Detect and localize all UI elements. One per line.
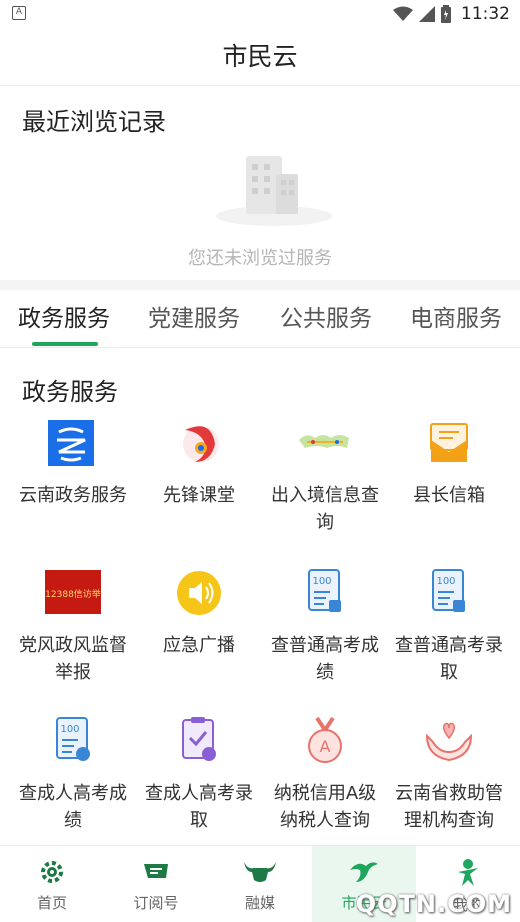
empty-buildings-icon (216, 156, 332, 226)
svg-text:A: A (320, 737, 331, 756)
pioneer-class-icon (183, 426, 219, 462)
service-label: 出入境信息查询 (271, 485, 379, 533)
clock: 11:32 (461, 4, 510, 24)
service-item-yunnan-gov[interactable]: 云南政务服务 (8, 418, 138, 509)
service-item-supervision-report[interactable]: 12388信访举 党风政风监督举报 (8, 568, 138, 686)
service-label: 查成人高考录取 (145, 783, 253, 831)
service-label: 纳税信用A级纳税人查询 (273, 783, 377, 831)
service-item-relief-agency[interactable]: 云南省救助管理机构查询 (384, 716, 514, 834)
recent-section-title: 最近浏览记录 (22, 108, 166, 136)
yunnan-gov-service-icon (48, 420, 94, 466)
service-label: 云南政务服务 (19, 485, 127, 506)
section-divider (0, 280, 520, 290)
tab-gov-service[interactable]: 政务服务 (18, 290, 110, 348)
page-title: 市民云 (222, 42, 298, 71)
service-item-gaokao-score[interactable]: 100 查普通高考成绩 (260, 568, 390, 686)
gaokao-admission-icon: 100 (432, 569, 465, 612)
tab-party-service[interactable]: 党建服务 (148, 290, 240, 348)
service-item-emergency-broadcast[interactable]: 应急广播 (134, 568, 264, 659)
tab-ecommerce-service[interactable]: 电商服务 (410, 290, 502, 348)
tax-credit-medal-icon: A (308, 716, 342, 763)
service-item-tax-credit[interactable]: A 纳税信用A级纳税人查询 (260, 716, 390, 834)
nav-label: 融媒 (244, 894, 275, 912)
watermark-logo: QQTN.COM (355, 890, 512, 918)
subscription-icon (144, 864, 168, 878)
category-tabs: 政务服务 党建服务 公共服务 电商服务 (0, 290, 520, 348)
nav-home[interactable]: 首页 (0, 846, 104, 922)
nav-label: 首页 (36, 894, 67, 912)
adult-exam-score-icon: 100 (56, 717, 90, 761)
service-label: 县长信箱 (413, 485, 485, 506)
profile-icon (458, 859, 478, 886)
service-item-adult-exam-admission[interactable]: 查成人高考录取 (134, 716, 264, 834)
service-label: 党风政风监督举报 (19, 635, 127, 683)
active-tab-indicator (32, 342, 98, 346)
service-item-gaokao-admission[interactable]: 100 查普通高考录取 (384, 568, 514, 686)
entry-exit-info-icon (299, 435, 349, 448)
service-label: 先锋课堂 (163, 485, 235, 506)
wifi-icon (393, 6, 413, 21)
svg-text:12388信访举: 12388信访举 (45, 588, 101, 600)
relief-agency-icon (425, 722, 473, 762)
service-label: 查普通高考录取 (395, 635, 503, 683)
service-label: 云南省救助管理机构查询 (395, 783, 503, 831)
home-gear-icon (41, 861, 63, 883)
section-title: 政务服务 (22, 378, 118, 406)
tab-public-service[interactable]: 公共服务 (280, 290, 372, 348)
svg-text:100: 100 (312, 576, 331, 587)
svg-text:100: 100 (60, 724, 79, 735)
nav-label: 订阅号 (133, 894, 179, 912)
service-item-entry-exit[interactable]: 出入境信息查询 (260, 418, 390, 536)
svg-text:100: 100 (436, 576, 455, 587)
nav-media[interactable]: 融媒 (208, 846, 312, 922)
bull-media-icon (244, 862, 276, 882)
service-label: 查普通高考成绩 (271, 635, 379, 683)
app-notification-icon: A (12, 6, 26, 20)
signal-icon (419, 6, 435, 22)
service-item-pioneer-class[interactable]: 先锋课堂 (134, 418, 264, 509)
battery-icon (441, 5, 451, 23)
service-label: 查成人高考成绩 (19, 783, 127, 831)
gaokao-score-icon: 100 (308, 569, 341, 612)
empty-history-text: 您还未浏览过服务 (188, 248, 332, 269)
service-label: 应急广播 (163, 635, 235, 656)
county-mailbox-icon (430, 423, 468, 462)
service-item-county-mailbox[interactable]: 县长信箱 (384, 418, 514, 509)
nav-subscription[interactable]: 订阅号 (104, 846, 208, 922)
supervision-report-icon: 12388信访举 (45, 570, 101, 614)
emergency-broadcast-icon (177, 571, 221, 615)
status-bar: A 11:32 (0, 0, 520, 28)
title-bar: 市民云 (0, 28, 520, 86)
citizen-cloud-icon (350, 862, 378, 882)
status-icons: 11:32 (393, 3, 510, 25)
adult-exam-admission-icon (182, 717, 216, 761)
service-item-adult-exam-score[interactable]: 100 查成人高考成绩 (8, 716, 138, 834)
